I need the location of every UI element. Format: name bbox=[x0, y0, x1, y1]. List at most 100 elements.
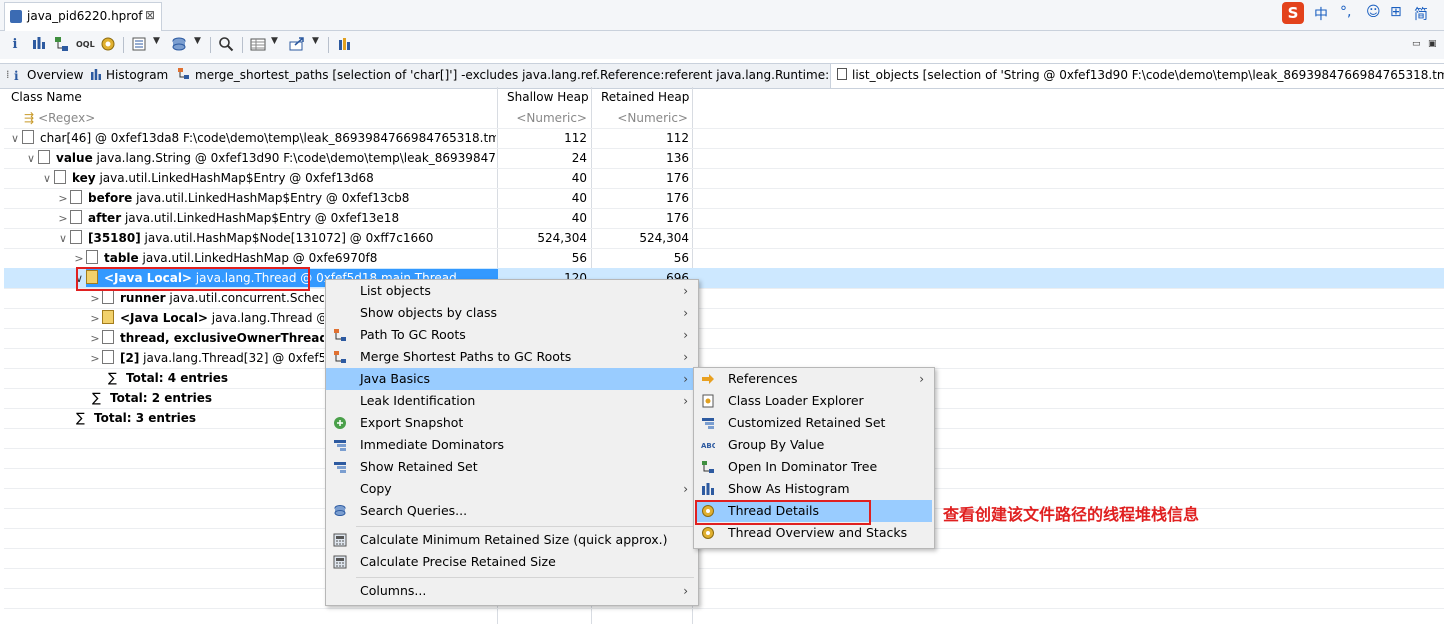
menu-item-references[interactable]: References › bbox=[694, 368, 934, 390]
minimize-icon[interactable]: ▭ bbox=[1412, 39, 1421, 49]
expand-arrow-icon[interactable]: > bbox=[88, 329, 102, 348]
menu-item-columns[interactable]: Columns... › bbox=[326, 580, 698, 602]
expand-arrow-icon[interactable]: > bbox=[88, 349, 102, 368]
expand-arrow-icon[interactable]: > bbox=[88, 289, 102, 308]
editor-tab[interactable]: java_pid6220.hprof ⊠ bbox=[4, 2, 162, 31]
table-row[interactable]: > <Java Local> java.lang.Thread @ bbox=[4, 308, 1444, 329]
table-row[interactable]: ∨ value java.lang.String @ 0xfef13d90 F:\… bbox=[4, 148, 1444, 169]
menu-item-show-retained-set[interactable]: Show Retained Set bbox=[326, 456, 698, 478]
menu-item-list-objects[interactable]: List objects › bbox=[326, 280, 698, 302]
chevron-down-icon[interactable]: ▼ bbox=[312, 36, 319, 46]
menu-item-copy[interactable]: Copy › bbox=[326, 478, 698, 500]
tab-merge-shortest-paths[interactable]: merge_shortest_paths [selection of 'char… bbox=[178, 64, 851, 88]
table-row[interactable]: > before java.util.LinkedHashMap$Entry @ … bbox=[4, 188, 1444, 209]
table-row[interactable]: > runner java.util.concurrent.Schedu bbox=[4, 288, 1444, 309]
expand-arrow-icon[interactable]: > bbox=[56, 189, 70, 208]
expand-arrow-icon[interactable]: ∨ bbox=[8, 129, 22, 148]
tab-histogram-label: Histogram bbox=[106, 68, 169, 82]
menu-item-calculate-minimum-retained-size[interactable]: Calculate Minimum Retained Size (quick a… bbox=[326, 529, 698, 551]
info-icon[interactable]: i bbox=[6, 36, 24, 54]
table-row[interactable]: > table java.util.LinkedHashMap @ 0xfe697… bbox=[4, 248, 1444, 269]
menu-item-group-by-value[interactable]: ABC Group By Value bbox=[694, 434, 934, 456]
svg-text:ABC: ABC bbox=[701, 442, 715, 450]
expand-arrow-icon[interactable]: > bbox=[56, 209, 70, 228]
regex-filter-input[interactable]: ⇶ <Regex> bbox=[24, 108, 95, 128]
table-row[interactable]: ∨ key java.util.LinkedHashMap$Entry @ 0xf… bbox=[4, 168, 1444, 189]
row-shallow-heap: 40 bbox=[571, 211, 587, 225]
dominator-tree-icon[interactable] bbox=[53, 36, 71, 54]
heap-dump-overview-icon[interactable] bbox=[99, 36, 117, 54]
menu-item-export-snapshot[interactable]: Export Snapshot bbox=[326, 412, 698, 434]
retained-heap-filter-input[interactable]: <Numeric> bbox=[591, 108, 688, 128]
export-snapshot-icon bbox=[334, 417, 346, 429]
menu-item-class-loader-explorer[interactable]: Class Loader Explorer bbox=[694, 390, 934, 412]
submenu-arrow-icon: › bbox=[919, 372, 924, 386]
chevron-down-icon[interactable]: ▼ bbox=[153, 36, 160, 46]
column-header-shallow-heap[interactable]: Shallow Heap bbox=[507, 87, 589, 107]
table-row[interactable]: > after java.util.LinkedHashMap$Entry @ 0… bbox=[4, 208, 1444, 229]
menu-item-path-to-gc-roots[interactable]: Path To GC Roots › bbox=[326, 324, 698, 346]
table-row[interactable]: ∨ char[46] @ 0xfef13da8 F:\code\demo\temp… bbox=[4, 128, 1444, 149]
row-retained-heap: 176 bbox=[666, 171, 689, 185]
close-icon[interactable]: ⊠ bbox=[145, 8, 155, 22]
shallow-heap-filter-input[interactable]: <Numeric> bbox=[497, 108, 587, 128]
row-shallow-heap: 40 bbox=[571, 171, 587, 185]
maximize-icon[interactable]: ▣ bbox=[1428, 39, 1437, 49]
chevron-down-icon[interactable]: ▼ bbox=[194, 36, 201, 46]
info-icon: i bbox=[14, 69, 19, 83]
menu-item-show-as-histogram[interactable]: Show As Histogram bbox=[694, 478, 934, 500]
menu-item-customized-retained-set[interactable]: Customized Retained Set bbox=[694, 412, 934, 434]
tab-overview[interactable]: i Overview bbox=[14, 64, 84, 88]
row-name: java.util.LinkedHashMap @ 0xfe6970f8 bbox=[138, 251, 378, 265]
column-header-class-name[interactable]: Class Name bbox=[11, 87, 82, 107]
ime-emoji-icon[interactable]: ☺ bbox=[1366, 4, 1381, 20]
object-icon bbox=[70, 210, 82, 224]
share-icon[interactable] bbox=[288, 36, 306, 54]
table-row[interactable]: > [2] java.lang.Thread[32] @ 0xfef50 bbox=[4, 348, 1444, 369]
row-name: java.lang.Thread[32] @ 0xfef50 bbox=[139, 351, 324, 365]
table-row-empty bbox=[4, 568, 1444, 589]
find-object-icon[interactable] bbox=[170, 36, 188, 54]
row-retained-heap: 176 bbox=[666, 211, 689, 225]
menu-item-merge-shortest-paths[interactable]: Merge Shortest Paths to GC Roots › bbox=[326, 346, 698, 368]
menu-item-search-queries[interactable]: Search Queries... bbox=[326, 500, 698, 522]
table-row[interactable]: ∨ [35180] java.util.HashMap$Node[131072] … bbox=[4, 228, 1444, 249]
expand-arrow-icon[interactable]: > bbox=[72, 249, 86, 268]
toolbar-separator bbox=[210, 37, 211, 53]
ime-toolbar: S 中 °, ☺ ⊞ 简 bbox=[1280, 2, 1442, 24]
expand-arrow-icon[interactable]: > bbox=[88, 309, 102, 328]
tab-scroll-left-icon[interactable]: ⁞ bbox=[6, 68, 10, 81]
expand-arrow-icon[interactable]: ∨ bbox=[40, 169, 54, 188]
leak-suspects-icon[interactable] bbox=[336, 36, 354, 54]
ime-logo-icon[interactable]: S bbox=[1282, 2, 1304, 24]
tab-list-objects-label: list_objects [selection of 'String @ 0xf… bbox=[852, 68, 1444, 82]
histogram-icon[interactable] bbox=[30, 36, 48, 54]
submenu-arrow-icon: › bbox=[683, 394, 688, 408]
ime-simplified-toggle[interactable]: 简 bbox=[1414, 4, 1428, 24]
table-row[interactable]: >thread, exclusiveOwnerThread ja bbox=[4, 328, 1444, 349]
sigma-icon: ∑ bbox=[76, 411, 85, 426]
tab-histogram[interactable]: Histogram bbox=[91, 64, 168, 88]
expand-arrow-icon[interactable]: ∨ bbox=[24, 149, 38, 168]
ime-punctuation-toggle[interactable]: °, bbox=[1340, 4, 1351, 20]
menu-item-show-objects-by-class[interactable]: Show objects by class › bbox=[326, 302, 698, 324]
export-icon[interactable] bbox=[249, 36, 267, 54]
menu-item-immediate-dominators[interactable]: Immediate Dominators bbox=[326, 434, 698, 456]
menu-item-open-in-dominator-tree[interactable]: Open In Dominator Tree bbox=[694, 456, 934, 478]
column-header-retained-heap[interactable]: Retained Heap bbox=[601, 87, 689, 107]
menu-item-thread-overview-and-stacks[interactable]: Thread Overview and Stacks bbox=[694, 522, 934, 544]
menu-item-calculate-precise-retained-size[interactable]: Calculate Precise Retained Size bbox=[326, 551, 698, 573]
search-queries-icon bbox=[334, 505, 346, 516]
expand-arrow-icon[interactable]: ∨ bbox=[56, 229, 70, 248]
ime-chinese-toggle[interactable]: 中 bbox=[1314, 4, 1328, 24]
oql-icon[interactable]: OQL bbox=[76, 36, 95, 54]
search-icon[interactable] bbox=[217, 36, 235, 54]
menu-item-leak-identification[interactable]: Leak Identification › bbox=[326, 390, 698, 412]
ime-keyboard-icon[interactable]: ⊞ bbox=[1390, 4, 1402, 20]
tab-list-objects[interactable]: list_objects [selection of 'String @ 0xf… bbox=[830, 64, 1444, 88]
row-shallow-heap: 24 bbox=[571, 151, 587, 165]
chevron-down-icon[interactable]: ▼ bbox=[271, 36, 278, 46]
histogram-icon bbox=[702, 483, 714, 495]
open-query-browser-icon[interactable] bbox=[130, 36, 148, 54]
menu-item-java-basics[interactable]: Java Basics › bbox=[326, 368, 698, 390]
